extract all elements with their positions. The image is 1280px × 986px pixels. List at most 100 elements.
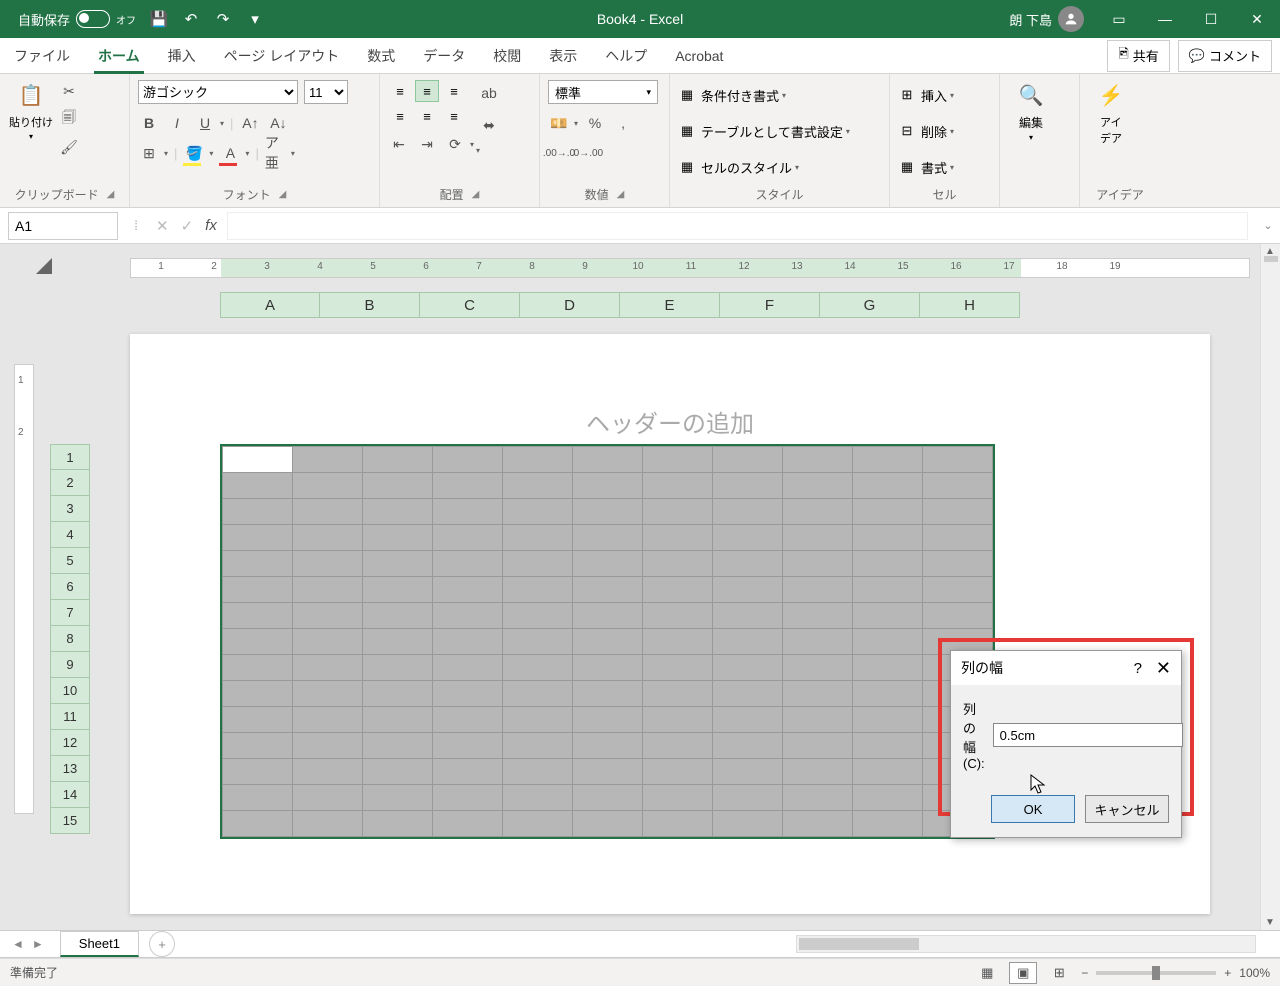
border-icon[interactable]: ⊞ (138, 142, 160, 164)
row-header[interactable]: 8 (50, 626, 90, 652)
column-header[interactable]: E (620, 292, 720, 318)
cell[interactable] (293, 473, 363, 499)
tab-review[interactable]: 校閲 (479, 38, 535, 74)
cell[interactable] (223, 811, 293, 837)
row-header[interactable]: 3 (50, 496, 90, 522)
cell[interactable] (713, 785, 783, 811)
cancel-formula-icon[interactable]: ✕ (156, 217, 169, 235)
cell[interactable] (783, 447, 853, 473)
cell[interactable] (223, 655, 293, 681)
cell[interactable] (503, 603, 573, 629)
fill-color-icon[interactable]: 🪣 (183, 142, 205, 164)
cell[interactable] (363, 707, 433, 733)
cell[interactable] (713, 733, 783, 759)
cell[interactable] (713, 603, 783, 629)
decrease-font-icon[interactable]: A↓ (267, 112, 289, 134)
cell[interactable] (853, 577, 923, 603)
cell[interactable] (853, 499, 923, 525)
row-header[interactable]: 10 (50, 678, 90, 704)
cell[interactable] (713, 707, 783, 733)
close-button[interactable]: ✕ (1234, 0, 1280, 38)
cell[interactable] (363, 473, 433, 499)
cell[interactable] (853, 811, 923, 837)
fx-icon[interactable]: fx (205, 217, 217, 235)
cell[interactable] (783, 733, 853, 759)
tab-acrobat[interactable]: Acrobat (661, 38, 737, 74)
cell[interactable] (363, 811, 433, 837)
user-account[interactable]: 朗 下島 (997, 6, 1096, 32)
cell[interactable] (783, 525, 853, 551)
cell[interactable] (573, 707, 643, 733)
accounting-icon[interactable]: 💴 (548, 112, 570, 134)
horizontal-scrollbar[interactable] (796, 935, 1256, 953)
cell[interactable] (713, 551, 783, 577)
ideas-button[interactable]: ⚡ アイ デア (1088, 78, 1134, 146)
font-size-select[interactable]: 11 (304, 80, 348, 104)
cell[interactable] (643, 499, 713, 525)
copy-icon[interactable]: 🗐 (58, 108, 80, 130)
cell[interactable] (573, 603, 643, 629)
row-header[interactable]: 2 (50, 470, 90, 496)
cell[interactable] (713, 629, 783, 655)
cell[interactable] (573, 759, 643, 785)
cell[interactable] (643, 577, 713, 603)
cell[interactable] (783, 811, 853, 837)
cell[interactable] (853, 655, 923, 681)
add-sheet-button[interactable]: + (149, 931, 175, 957)
align-bottom-icon[interactable]: ≡ (442, 80, 466, 102)
cell[interactable] (363, 785, 433, 811)
tab-pagelayout[interactable]: ページ レイアウト (210, 38, 354, 74)
redo-icon[interactable]: ↷ (214, 10, 232, 28)
cell[interactable] (433, 603, 503, 629)
underline-button[interactable]: U (194, 112, 216, 134)
row-header[interactable]: 14 (50, 782, 90, 808)
tab-formulas[interactable]: 数式 (353, 38, 409, 74)
cell[interactable] (503, 447, 573, 473)
comma-icon[interactable]: , (612, 112, 634, 134)
cell[interactable] (573, 577, 643, 603)
cell[interactable] (853, 681, 923, 707)
cell[interactable] (853, 629, 923, 655)
cell[interactable] (433, 811, 503, 837)
save-icon[interactable]: 💾 (150, 10, 168, 28)
cell[interactable] (853, 603, 923, 629)
cell-styles-button[interactable]: ▦セルのスタイル ▾ (678, 154, 850, 180)
page-break-view-icon[interactable]: ⊞ (1045, 962, 1073, 984)
cell[interactable] (503, 759, 573, 785)
clipboard-launcher-icon[interactable]: ◢ (107, 189, 115, 200)
orientation-icon[interactable]: ⟳ (444, 133, 466, 155)
cell[interactable] (923, 499, 993, 525)
increase-indent-icon[interactable]: ⇥ (416, 133, 438, 155)
cell[interactable] (573, 525, 643, 551)
cell[interactable] (713, 473, 783, 499)
cell[interactable] (923, 577, 993, 603)
cell[interactable] (503, 525, 573, 551)
header-placeholder[interactable]: ヘッダーの追加 (130, 334, 1210, 439)
font-color-icon[interactable]: A (219, 142, 241, 164)
bold-button[interactable]: B (138, 112, 160, 134)
cell[interactable] (573, 447, 643, 473)
format-cells-button[interactable]: ▦書式 ▾ (898, 154, 954, 180)
vertical-ruler[interactable]: 12 (14, 364, 34, 814)
wrap-text-icon[interactable]: ab (478, 82, 500, 104)
cell[interactable] (363, 447, 433, 473)
row-header[interactable]: 13 (50, 756, 90, 782)
cell[interactable] (433, 785, 503, 811)
comments-button[interactable]: 💬 コメント (1178, 40, 1272, 72)
dialog-close-icon[interactable]: ✕ (1156, 658, 1171, 679)
cell[interactable] (503, 499, 573, 525)
cell[interactable] (853, 473, 923, 499)
cell[interactable] (573, 681, 643, 707)
row-header[interactable]: 11 (50, 704, 90, 730)
percent-icon[interactable]: % (584, 112, 606, 134)
cell[interactable] (923, 525, 993, 551)
cell[interactable] (853, 759, 923, 785)
cell[interactable] (713, 525, 783, 551)
undo-icon[interactable]: ↶ (182, 10, 200, 28)
cell[interactable] (783, 551, 853, 577)
cell[interactable] (433, 629, 503, 655)
column-header[interactable]: B (320, 292, 420, 318)
column-header[interactable]: A (220, 292, 320, 318)
cell[interactable] (223, 525, 293, 551)
cell[interactable] (223, 681, 293, 707)
